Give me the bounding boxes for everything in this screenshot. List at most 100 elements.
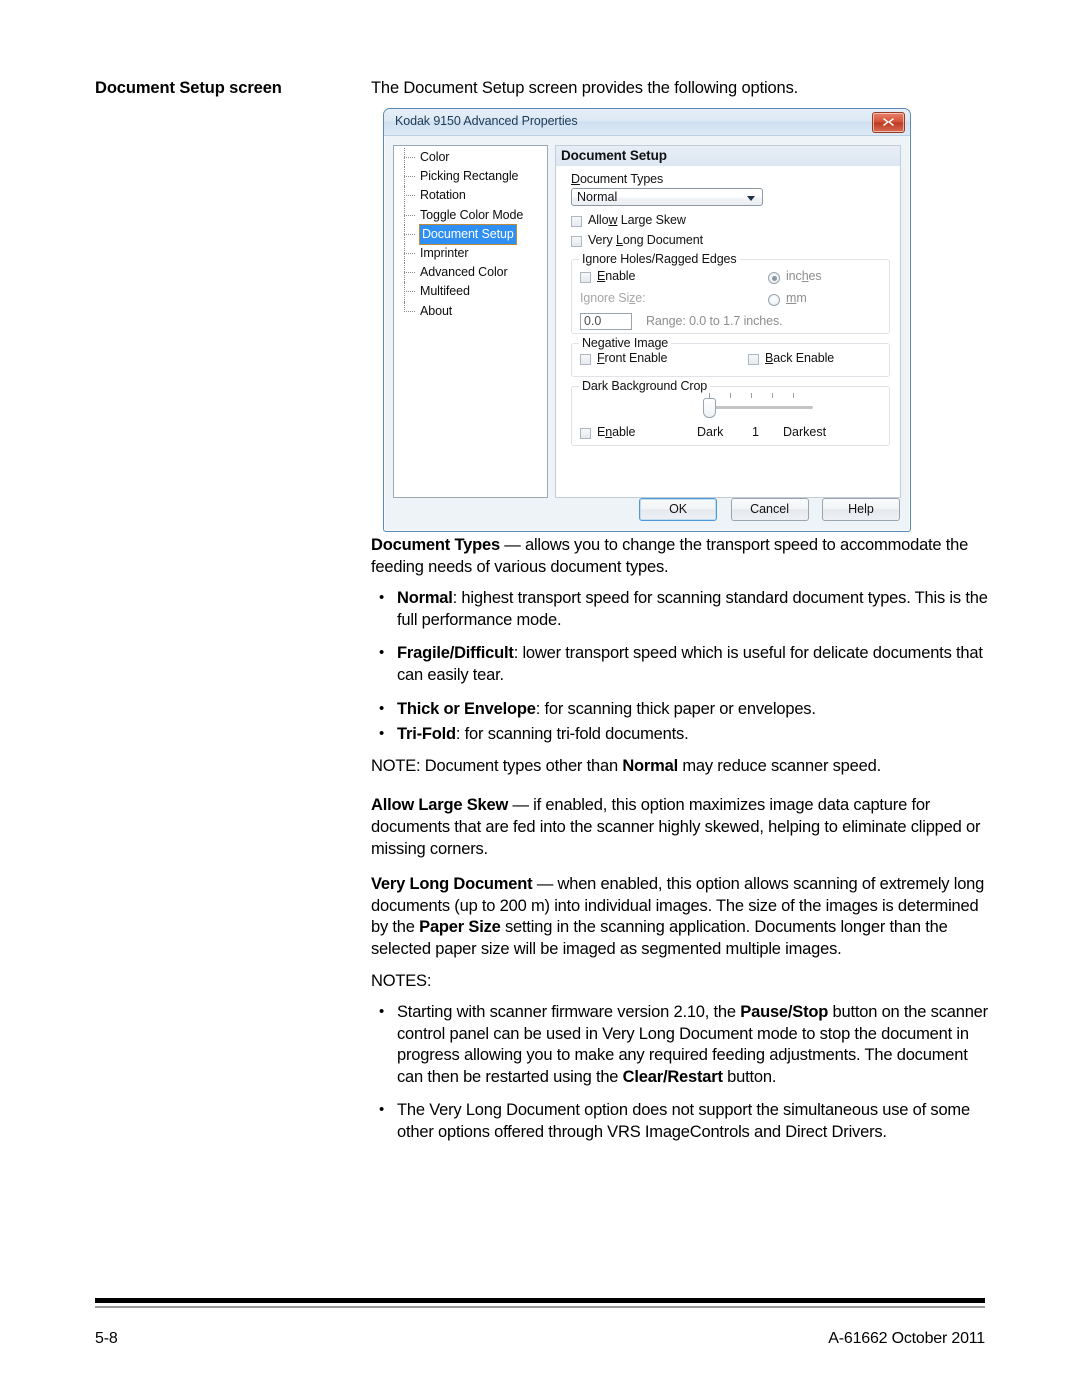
help-button[interactable]: Help	[822, 498, 900, 521]
footer-page-number: 5-8	[95, 1330, 118, 1347]
document-types-label: Document Types	[571, 172, 664, 186]
front-enable-label: Front Enable	[597, 351, 668, 365]
tree-item-label: Document Setup	[419, 223, 517, 245]
notes-heading: NOTES:	[371, 971, 432, 990]
tree-item-rotation[interactable]: Rotation	[394, 186, 547, 206]
slider-track	[707, 406, 813, 409]
tree-item-document-setup[interactable]: Document Setup	[394, 223, 547, 245]
note-types-post: may reduce scanner speed.	[677, 756, 881, 775]
note-types-bold: Normal	[622, 756, 678, 775]
very-long-document-row[interactable]: Very Long Document	[571, 233, 890, 253]
bullet-fragile-difficult: Fragile/Difficult: lower transport speed…	[371, 642, 991, 686]
tree-item-label: Toggle Color Mode	[420, 207, 524, 222]
tree-item-toggle-color-mode[interactable]: Toggle Color Mode	[394, 205, 547, 225]
dialog-title: Kodak 9150 Advanced Properties	[395, 114, 578, 128]
cancel-button[interactable]: Cancel	[730, 498, 809, 521]
note1-part3: button.	[722, 1067, 777, 1086]
tree-dash	[404, 272, 415, 274]
ignore-size-range-text: Range: 0.0 to 1.7 inches.	[646, 314, 783, 328]
tree-dash	[404, 157, 415, 158]
tree-dash	[404, 310, 415, 312]
tree-item-color[interactable]: Color	[394, 148, 547, 168]
footer-rule-thick	[95, 1298, 985, 1303]
very-long-document-label: Very Long Document	[588, 233, 703, 247]
note-types-pre: NOTE: Document types other than	[371, 756, 623, 775]
slider-min-label: Dark	[697, 425, 724, 439]
front-enable-checkbox[interactable]	[580, 354, 591, 365]
dark-crop-enable-label: Enable	[597, 425, 636, 439]
bullet-normal-term: Normal	[397, 589, 453, 608]
slider-value-label: 1	[752, 425, 759, 439]
para-skew-bold: Allow Large Skew	[371, 796, 509, 815]
ignore-size-value-row: 0.0 Range: 0.0 to 1.7 inches.	[580, 313, 879, 333]
units-mm-radio[interactable]	[768, 294, 780, 306]
note-document-types: NOTE: Document types other than Normal m…	[371, 756, 991, 778]
tree-item-label: Rotation	[420, 188, 466, 203]
tree-item-imprinter[interactable]: Imprinter	[394, 243, 547, 264]
bullet-fragile-term: Fragile/Difficult	[397, 644, 514, 663]
section-heading: Document Setup screen	[95, 79, 282, 97]
negative-image-body: Front Enable Back Enable	[572, 344, 889, 376]
dialog-body: Color Picking Rectangle Rotation Toggle …	[384, 136, 910, 531]
ignore-size-input[interactable]: 0.0	[580, 313, 632, 330]
very-long-document-checkbox[interactable]	[571, 236, 582, 247]
dialog-titlebar[interactable]: Kodak 9150 Advanced Properties	[384, 109, 910, 136]
para-very-long-document: Very Long Document — when enabled, this …	[371, 874, 991, 960]
bullet-trifold-desc: : for scanning tri-fold documents.	[455, 725, 689, 744]
note1-bold1: Pause/Stop	[740, 1003, 829, 1022]
allow-large-skew-row[interactable]: Allow Large Skew	[571, 213, 890, 233]
units-mm-label: mm	[786, 291, 807, 305]
tree-item-picking-rectangle[interactable]: Picking Rectangle	[394, 167, 547, 187]
back-enable-checkbox[interactable]	[748, 354, 759, 365]
dark-background-crop-body: Enable Dark 1 Darkest	[572, 387, 889, 451]
ignore-holes-group: Ignore Holes/Ragged Edges Enable inches …	[571, 252, 890, 334]
close-icon[interactable]	[872, 112, 905, 133]
document-types-label-rest: ocument Types	[579, 172, 664, 186]
document-types-value: Normal	[577, 190, 618, 204]
tree-item-about[interactable]: About	[394, 301, 547, 321]
footer-rule-thin	[95, 1306, 985, 1308]
advanced-properties-dialog: Kodak 9150 Advanced Properties Color Pic…	[383, 108, 911, 532]
bullet-thick-term: Thick or Envelope	[397, 699, 536, 718]
dark-crop-enable-row[interactable]: Enable	[580, 408, 879, 439]
negative-image-row: Front Enable Back Enable	[580, 351, 879, 369]
document-types-select[interactable]: Normal	[571, 188, 763, 206]
ignore-holes-body: Enable inches Ignore Size: mm 0.0 Range:…	[572, 260, 889, 340]
para-document-types-bold: Document Types	[371, 536, 500, 554]
tree-dash	[404, 291, 415, 293]
ignore-holes-enable-label: Enable	[597, 269, 636, 283]
ignore-holes-enable-checkbox[interactable]	[580, 272, 591, 283]
units-inches-radio[interactable]	[768, 272, 780, 284]
negative-image-group: Negative Image Front Enable Back Enable	[571, 336, 890, 377]
bullet-tri-fold: Tri-Fold: for scanning tri-fold document…	[371, 723, 991, 746]
para-allow-large-skew: Allow Large Skew — if enabled, this opti…	[371, 795, 991, 860]
bullet-thick-envelope: Thick or Envelope: for scanning thick pa…	[371, 698, 991, 721]
intro-block: The Document Setup screen provides the f…	[371, 78, 987, 107]
page-root: Document Setup screen The Document Setup…	[0, 0, 1080, 1397]
settings-tree[interactable]: Color Picking Rectangle Rotation Toggle …	[393, 145, 548, 498]
dialog-screenshot: Kodak 9150 Advanced Properties Color Pic…	[383, 108, 911, 532]
document-setup-panel: Document Setup Document Types Normal All…	[555, 145, 901, 498]
ignore-holes-enable-row[interactable]: Enable inches	[580, 269, 879, 291]
note1-bold2: Clear/Restart	[622, 1067, 723, 1086]
ignore-size-label: Ignore Size:	[580, 291, 646, 305]
note-bullet-2: The Very Long Document option does not s…	[371, 1099, 991, 1143]
tree-item-label: Picking Rectangle	[420, 169, 519, 184]
dark-crop-slider[interactable]: Dark 1 Darkest	[697, 393, 830, 439]
tree-item-multifeed[interactable]: Multifeed	[394, 282, 547, 302]
ok-button[interactable]: OK	[639, 498, 718, 521]
slider-max-label: Darkest	[783, 425, 827, 439]
tree-dash	[404, 195, 415, 197]
tree-item-label: Imprinter	[420, 245, 469, 260]
tree-item-advanced-color[interactable]: Advanced Color	[394, 263, 547, 283]
slider-thumb[interactable]	[703, 398, 716, 418]
para-document-types: Document Types — allows you to change th…	[371, 535, 991, 578]
slider-ticks	[700, 393, 830, 399]
dark-crop-enable-checkbox[interactable]	[580, 428, 591, 439]
intro-text: The Document Setup screen provides the f…	[371, 79, 799, 97]
tree-item-label: About	[420, 303, 453, 318]
tree-dash	[404, 214, 415, 216]
allow-large-skew-label: Allow Large Skew	[588, 213, 686, 227]
panel-title: Document Setup	[556, 146, 900, 166]
allow-large-skew-checkbox[interactable]	[571, 216, 582, 227]
